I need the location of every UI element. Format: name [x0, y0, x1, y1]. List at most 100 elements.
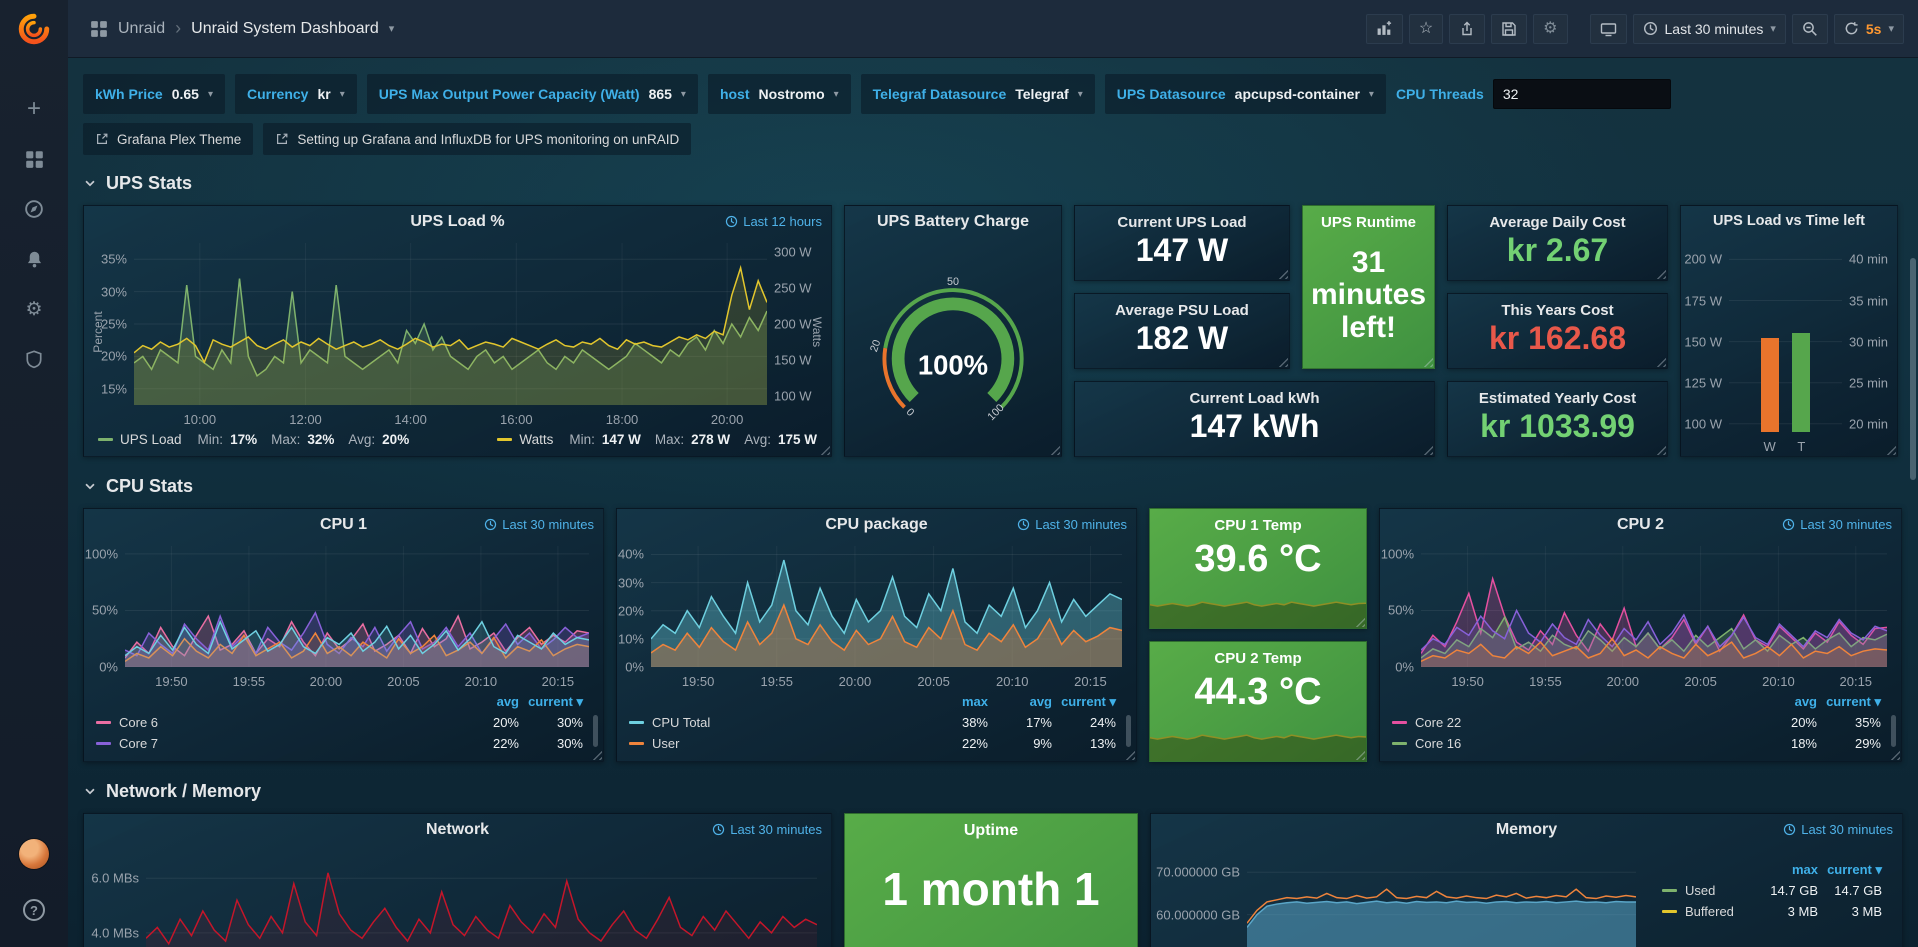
- legend-column-header[interactable]: current ▾: [1817, 694, 1881, 710]
- dashboard-link-ups-monitoring-guide[interactable]: Setting up Grafana and InfluxDB for UPS …: [263, 123, 691, 155]
- legend-value: 22%: [924, 736, 988, 751]
- cpu-threads-input[interactable]: [1493, 79, 1671, 109]
- panel-resize-handle[interactable]: [1654, 355, 1666, 367]
- legend-column-header[interactable]: max: [1754, 862, 1818, 877]
- row-header-cpu-stats[interactable]: CPU Stats: [83, 471, 1903, 501]
- legend-column-header[interactable]: current ▾: [1818, 862, 1882, 878]
- panel-time-range-badge[interactable]: Last 30 minutes: [484, 517, 594, 532]
- plot-area[interactable]: [1729, 243, 1842, 432]
- save-button[interactable]: [1491, 14, 1527, 44]
- refresh-button[interactable]: 5s ▾: [1834, 14, 1904, 44]
- legend-stat-label: Avg:: [348, 432, 375, 447]
- panel-time-range-badge[interactable]: Last 30 minutes: [1782, 517, 1892, 532]
- legend-series-name[interactable]: Core 22: [1392, 715, 1753, 730]
- page-scrollbar-thumb[interactable]: [1910, 258, 1916, 480]
- panel-time-range-badge[interactable]: Last 30 minutes: [712, 822, 822, 837]
- legend-series-name[interactable]: Core 16: [1392, 736, 1753, 751]
- legend-series[interactable]: WattsMin:147 WMax:278 WAvg:175 W: [497, 432, 817, 447]
- panel-time-range-badge[interactable]: Last 12 hours: [725, 214, 822, 229]
- plot-area[interactable]: [1247, 851, 1636, 947]
- sidebar-item-create[interactable]: +: [0, 88, 68, 130]
- plot-area[interactable]: [651, 546, 1122, 667]
- variable-ups-datasource[interactable]: UPS Datasource apcupsd-container ▾: [1105, 74, 1386, 114]
- legend-scrollbar[interactable]: [1891, 715, 1896, 747]
- sidebar-item-configuration[interactable]: ⚙: [0, 288, 68, 330]
- legend-series-name[interactable]: UPS Load: [120, 432, 182, 447]
- grafana-logo[interactable]: [0, 0, 68, 58]
- legend-series-name[interactable]: Used: [1662, 883, 1754, 898]
- legend-series-name[interactable]: Core 7: [96, 736, 455, 751]
- legend-column-header[interactable]: avg: [455, 694, 519, 709]
- legend-series-name[interactable]: CPU Total: [629, 715, 924, 730]
- sidebar-item-server-admin[interactable]: [0, 338, 68, 380]
- panel-title[interactable]: CPU package: [825, 515, 927, 534]
- panel-resize-handle[interactable]: [1276, 267, 1288, 279]
- row-header-network-memory[interactable]: Network / Memory: [83, 776, 1903, 806]
- sidebar-item-help[interactable]: ?: [0, 889, 68, 931]
- chevron-down-icon[interactable]: ▾: [389, 22, 395, 35]
- legend-series-name[interactable]: Buffered: [1662, 904, 1754, 919]
- variable-label: Telegraf Datasource: [873, 86, 1007, 102]
- dashboard-title[interactable]: Unraid System Dashboard: [191, 20, 379, 38]
- variable-ups-max-output[interactable]: UPS Max Output Power Capacity (Watt) 865…: [367, 74, 698, 114]
- legend-column-header[interactable]: current ▾: [519, 694, 583, 710]
- panel-resize-handle[interactable]: [1654, 267, 1666, 279]
- time-range-picker[interactable]: Last 30 minutes ▾: [1633, 14, 1786, 44]
- panel-title[interactable]: Memory: [1496, 820, 1557, 839]
- panel-resize-handle[interactable]: [1276, 355, 1288, 367]
- panel-resize-handle[interactable]: [1654, 443, 1666, 455]
- legend-scrollbar[interactable]: [1126, 715, 1131, 747]
- stat-title[interactable]: Estimated Yearly Cost: [1448, 382, 1667, 407]
- panel-title[interactable]: UPS Battery Charge: [877, 212, 1029, 231]
- dashboard-settings-button[interactable]: ⚙: [1533, 14, 1567, 44]
- stat-title[interactable]: CPU 2 Temp: [1150, 642, 1366, 667]
- panel-resize-handle[interactable]: [1421, 443, 1433, 455]
- variable-host[interactable]: host Nostromo ▾: [708, 74, 851, 114]
- panel-title[interactable]: CPU 2: [1617, 515, 1664, 534]
- legend-column-header[interactable]: max: [924, 694, 988, 709]
- add-panel-button[interactable]: [1366, 14, 1403, 44]
- dashboard-link-plex-theme[interactable]: Grafana Plex Theme: [83, 123, 253, 155]
- variable-kwh-price[interactable]: kWh Price 0.65 ▾: [83, 74, 225, 114]
- stat-title[interactable]: Current Load kWh: [1075, 382, 1434, 407]
- panel-time-range-badge[interactable]: Last 30 minutes: [1017, 517, 1127, 532]
- legend-value: 24%: [1052, 715, 1116, 730]
- sidebar-item-explore[interactable]: [0, 188, 68, 230]
- variable-telegraf-datasource[interactable]: Telegraf Datasource Telegraf ▾: [861, 74, 1095, 114]
- legend-column-header[interactable]: current ▾: [1052, 694, 1116, 710]
- share-button[interactable]: [1449, 14, 1485, 44]
- legend-scrollbar[interactable]: [593, 715, 598, 747]
- row-header-ups-stats[interactable]: UPS Stats: [83, 168, 1903, 198]
- stat-title[interactable]: Average PSU Load: [1075, 294, 1289, 319]
- breadcrumb-folder[interactable]: Unraid: [118, 20, 165, 38]
- plot-area[interactable]: [125, 546, 589, 667]
- stat-title[interactable]: UPS Runtime: [1303, 206, 1434, 231]
- plot-area[interactable]: [1421, 546, 1887, 667]
- sidebar-item-alerting[interactable]: [0, 238, 68, 280]
- legend-series-name[interactable]: Core 6: [96, 715, 455, 730]
- variable-currency[interactable]: Currency kr ▾: [235, 74, 357, 114]
- legend-series-name[interactable]: User: [629, 736, 924, 751]
- sidebar-item-dashboards[interactable]: [0, 138, 68, 180]
- legend-column-header[interactable]: avg: [988, 694, 1052, 709]
- panel-title[interactable]: CPU 1: [320, 515, 367, 534]
- stat-title[interactable]: This Years Cost: [1448, 294, 1667, 319]
- legend-column-header[interactable]: avg: [1753, 694, 1817, 709]
- legend-series[interactable]: UPS LoadMin:17%Max:32%Avg:20%: [98, 432, 409, 447]
- page-scrollbar[interactable]: [1908, 58, 1918, 947]
- legend-series-name[interactable]: Watts: [519, 432, 553, 447]
- panel-title[interactable]: UPS Load %: [410, 212, 504, 231]
- panel-title[interactable]: UPS Load vs Time left: [1713, 213, 1865, 230]
- zoom-out-button[interactable]: [1792, 14, 1828, 44]
- stat-title[interactable]: Uptime: [845, 814, 1137, 840]
- cycle-view-button[interactable]: [1590, 14, 1627, 44]
- panel-time-range-badge[interactable]: Last 30 minutes: [1783, 822, 1893, 837]
- plot-area[interactable]: [134, 243, 767, 405]
- panel-title[interactable]: Network: [426, 820, 489, 839]
- star-button[interactable]: ☆: [1409, 14, 1443, 44]
- stat-title[interactable]: Average Daily Cost: [1448, 206, 1667, 231]
- stat-title[interactable]: Current UPS Load: [1075, 206, 1289, 231]
- plot-area[interactable]: [146, 851, 817, 947]
- stat-title[interactable]: CPU 1 Temp: [1150, 509, 1366, 534]
- sidebar-item-profile[interactable]: [0, 833, 68, 875]
